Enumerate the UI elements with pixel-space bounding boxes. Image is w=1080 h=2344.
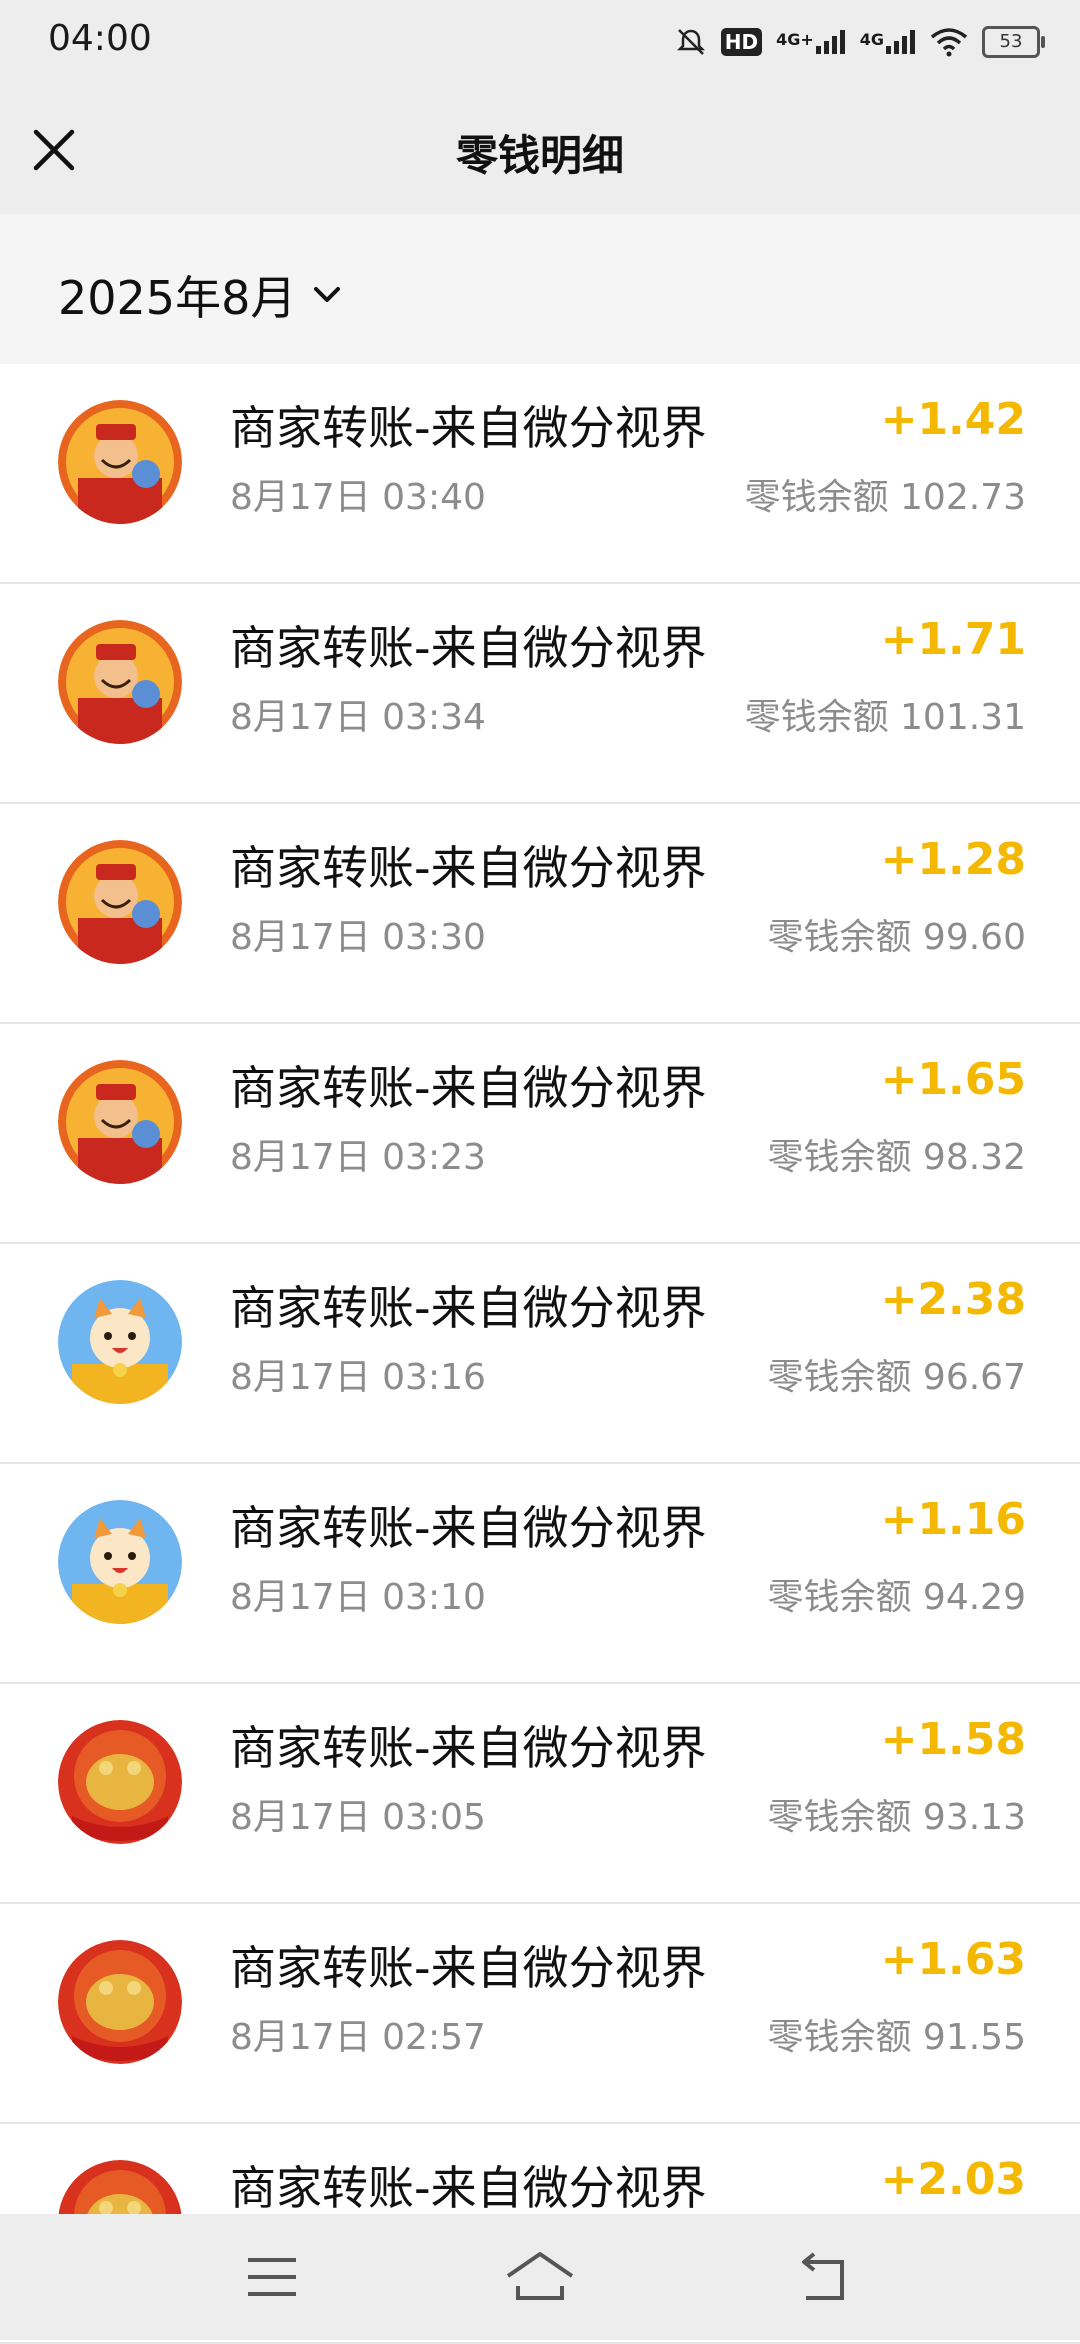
month-label: 2025年8月 [58, 271, 297, 325]
merchant-avatar [58, 1280, 182, 1404]
transaction-title: 商家转账-来自微分视界 [230, 1721, 707, 1775]
merchant-avatar [58, 1940, 182, 2064]
header: 零钱明细 [0, 84, 1080, 214]
balance-after: 零钱余额 96.67 [767, 1357, 1026, 1398]
transaction-time: 8月17日 03:40 [230, 477, 486, 518]
transaction-title: 商家转账-来自微分视界 [230, 401, 707, 455]
chevron-down-icon [314, 287, 341, 302]
transaction-time: 8月17日 03:23 [230, 1137, 486, 1178]
wifi-icon [930, 28, 968, 57]
transaction-amount: +1.28 [880, 834, 1026, 885]
balance-after: 零钱余额 94.29 [767, 1577, 1026, 1618]
transaction-row[interactable]: 商家转账-来自微分视界 8月17日 03:23 +1.65 零钱余额 98.32 [0, 1024, 1080, 1244]
transaction-row[interactable]: 商家转账-来自微分视界 8月17日 03:40 +1.42 零钱余额 102.73 [0, 364, 1080, 584]
home-button[interactable] [500, 2242, 580, 2312]
signal-label: 4G+ [776, 30, 814, 49]
signal-icon: 4G+ [776, 30, 846, 54]
transaction-title: 商家转账-来自微分视界 [230, 1061, 707, 1115]
merchant-avatar [58, 1720, 182, 1844]
transaction-amount: +1.58 [880, 1714, 1026, 1765]
balance-after: 零钱余额 98.32 [767, 1137, 1026, 1178]
menu-button[interactable] [232, 2242, 312, 2312]
transaction-amount: +1.16 [880, 1494, 1026, 1545]
transaction-title: 商家转账-来自微分视界 [230, 1501, 707, 1555]
transaction-time: 8月17日 02:57 [230, 2017, 486, 2058]
transaction-row[interactable]: 商家转账-来自微分视界 8月17日 03:16 +2.38 零钱余额 96.67 [0, 1244, 1080, 1464]
transaction-amount: +2.38 [880, 1274, 1026, 1325]
balance-after: 零钱余额 99.60 [767, 917, 1026, 958]
transaction-amount: +1.71 [880, 614, 1026, 665]
transaction-title: 商家转账-来自微分视界 [230, 621, 707, 675]
status-icons: HD 4G+ 4G 53 [675, 22, 1045, 62]
menu-icon [248, 2258, 296, 2296]
merchant-avatar [58, 1500, 182, 1624]
back-icon [802, 2252, 844, 2300]
status-time: 04:00 [48, 18, 152, 59]
mute-bell-icon [676, 29, 705, 55]
merchant-avatar [58, 1060, 182, 1184]
home-icon [506, 2252, 574, 2300]
transaction-amount: +2.03 [880, 2154, 1026, 2205]
navigation-bar [0, 2214, 1080, 2340]
transaction-time: 8月17日 03:10 [230, 1577, 486, 1618]
transaction-row[interactable]: 商家转账-来自微分视界 8月17日 03:30 +1.28 零钱余额 99.60 [0, 804, 1080, 1024]
transaction-title: 商家转账-来自微分视界 [230, 1941, 707, 1995]
back-button[interactable] [784, 2242, 864, 2312]
transaction-list: 商家转账-来自微分视界 8月17日 03:40 +1.42 零钱余额 102.73 商家… [0, 364, 1080, 2344]
transaction-amount: +1.42 [880, 394, 1026, 445]
transaction-row[interactable]: 商家转账-来自微分视界 8月17日 02:57 +1.63 零钱余额 91.55 [0, 1904, 1080, 2124]
month-filter-bar: 2025年8月 [0, 214, 1080, 364]
merchant-avatar [58, 620, 182, 744]
transaction-row[interactable]: 商家转账-来自微分视界 8月17日 03:34 +1.71 零钱余额 101.31 [0, 584, 1080, 804]
merchant-avatar [58, 400, 182, 524]
balance-after: 零钱余额 102.73 [744, 477, 1026, 518]
transaction-row[interactable]: 商家转账-来自微分视界 8月17日 03:10 +1.16 零钱余额 94.29 [0, 1464, 1080, 1684]
battery-icon: 53 [982, 26, 1045, 58]
transaction-amount: +1.65 [880, 1054, 1026, 1105]
month-selector[interactable]: 2025年8月 [58, 262, 344, 328]
transaction-time: 8月17日 03:05 [230, 1797, 486, 1838]
page-title: 零钱明细 [455, 131, 624, 180]
transaction-time: 8月17日 03:30 [230, 917, 486, 958]
transaction-title: 商家转账-来自微分视界 [230, 2161, 707, 2215]
signal-label: 4G [859, 30, 884, 49]
merchant-avatar [58, 840, 182, 964]
signal-icon: 4G [860, 30, 916, 54]
balance-after: 零钱余额 101.31 [744, 697, 1026, 738]
transaction-time: 8月17日 03:34 [230, 697, 486, 738]
transaction-amount: +1.63 [880, 1934, 1026, 1985]
transaction-time: 8月17日 03:16 [230, 1357, 486, 1398]
transaction-title: 商家转账-来自微分视界 [230, 841, 707, 895]
status-bar: 04:00 HD 4G+ 4G 53 [0, 0, 1080, 84]
hd-icon: HD [720, 28, 763, 56]
balance-after: 零钱余额 93.13 [767, 1797, 1026, 1838]
balance-after: 零钱余额 91.55 [767, 2017, 1026, 2058]
transaction-row[interactable]: 商家转账-来自微分视界 8月17日 03:05 +1.58 零钱余额 93.13 [0, 1684, 1080, 1904]
transaction-title: 商家转账-来自微分视界 [230, 1281, 707, 1335]
